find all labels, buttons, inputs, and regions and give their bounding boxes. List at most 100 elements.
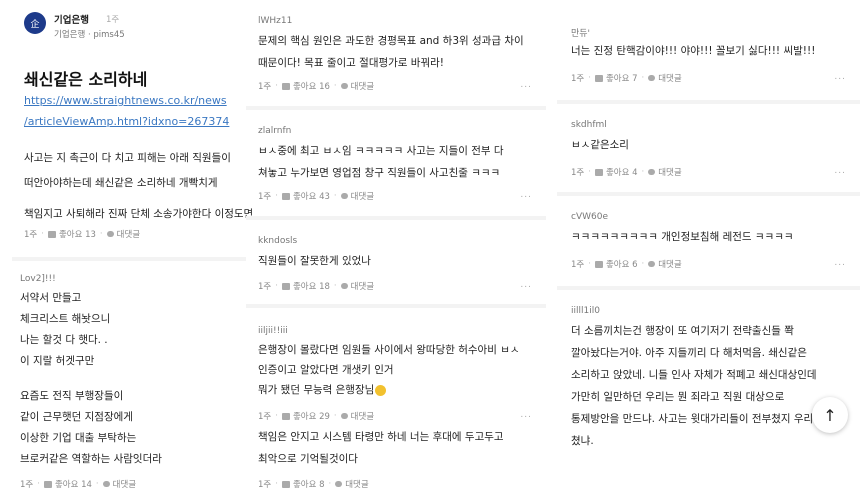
- like-button[interactable]: 좋아요 18: [293, 280, 330, 292]
- like-button[interactable]: 좋아요 29: [293, 410, 330, 422]
- column-2: lWHz11 문제의 핵심 원인은 과도한 경평목표 and 하3위 성과급 차…: [246, 0, 546, 495]
- reply-button[interactable]: 대댓글: [345, 478, 368, 490]
- separator-dot: ·: [275, 411, 278, 421]
- thumbs-up-icon[interactable]: [281, 412, 290, 420]
- like-button[interactable]: 좋아요 6: [606, 258, 638, 270]
- thumbs-up-icon[interactable]: [594, 74, 603, 82]
- arrow-up-icon: ↑: [823, 405, 837, 425]
- comment-card: 책임은 안지고 시스템 타령만 하네 너는 후대에 두고두고 최악으로 기억될것…: [246, 426, 546, 495]
- reply-button[interactable]: 대댓글: [658, 166, 681, 178]
- comment-icon[interactable]: [648, 75, 656, 81]
- reply-button[interactable]: 대댓글: [658, 258, 681, 270]
- comment-nickname[interactable]: iilll1il0: [571, 306, 600, 316]
- comment-nickname[interactable]: cVW60e: [571, 212, 608, 222]
- like-button[interactable]: 좋아요 7: [606, 72, 638, 84]
- comment-icon[interactable]: [648, 169, 656, 175]
- comment-nickname[interactable]: zlalrnfn: [258, 126, 291, 136]
- like-button[interactable]: 좋아요 16: [293, 80, 330, 92]
- thumbs-up-icon[interactable]: [281, 480, 290, 488]
- reply-button[interactable]: 대댓글: [351, 280, 374, 292]
- more-options-icon[interactable]: ...: [834, 166, 846, 176]
- comment-line: 더 소름끼치는건 행장이 또 여기저기 전략출신들 쫙: [571, 325, 794, 337]
- comment-body: 직원들이 잘못한게 있었나: [258, 250, 371, 272]
- comment-nickname[interactable]: iiljii!!iii: [258, 326, 288, 336]
- more-options-icon[interactable]: ...: [834, 258, 846, 268]
- more-options-icon[interactable]: ...: [520, 190, 532, 200]
- reply-button[interactable]: 대댓글: [351, 410, 374, 422]
- comment-body: 더 소름끼치는건 행장이 또 여기저기 전략출신들 쫙 깔아놨다는거야. 아주 …: [571, 320, 823, 452]
- like-button[interactable]: 좋아요 14: [55, 478, 92, 490]
- like-button[interactable]: 좋아요 13: [59, 228, 96, 240]
- comment-card: cVW60e ㅋㅋㅋㅋㅋㅋㅋㅋㅋ 개인정보침해 레전드 ㅋㅋㅋㅋ 1주 · 좋아…: [557, 196, 860, 286]
- comment-nickname[interactable]: lWHz11: [258, 16, 292, 26]
- reply-button[interactable]: 대댓글: [351, 80, 374, 92]
- article-link-line1[interactable]: https://www.straightnews.co.kr/news: [24, 90, 229, 111]
- comment-icon[interactable]: [106, 231, 114, 237]
- comment-icon[interactable]: [340, 283, 348, 289]
- thumbs-up-icon[interactable]: [594, 260, 603, 268]
- comment-body: 문제의 핵심 원인은 과도한 경평목표 and 하3위 성과급 차이 때문이다!…: [258, 30, 524, 74]
- comment-nickname[interactable]: 만듀': [571, 26, 590, 39]
- thumbs-up-icon[interactable]: [594, 168, 603, 176]
- like-button[interactable]: 좋아요 8: [293, 478, 325, 490]
- comment-icon[interactable]: [648, 261, 656, 267]
- comment-time: 1주: [258, 192, 272, 202]
- comment-body: 서약서 만들고 체크리스트 해놧으니 나는 할것 다 햇다. . 이 지랄 허겟…: [20, 288, 162, 470]
- separator-dot: ·: [333, 411, 337, 421]
- article-author[interactable]: 기업은행: [54, 12, 89, 26]
- comment-card: Lov2]!!! 서약서 만들고 체크리스트 해놧으니 나는 할것 다 햇다. …: [12, 262, 246, 495]
- separator-dot: ·: [275, 81, 278, 91]
- reply-button[interactable]: 대댓글: [351, 190, 374, 202]
- comment-icon[interactable]: [340, 193, 348, 199]
- more-options-icon[interactable]: ...: [520, 280, 532, 290]
- like-button[interactable]: 좋아요 43: [293, 190, 330, 202]
- comment-icon[interactable]: [102, 481, 110, 487]
- comment-body: ㅋㅋㅋㅋㅋㅋㅋㅋㅋ 개인정보침해 레전드 ㅋㅋㅋㅋ: [571, 226, 794, 248]
- thumbs-up-icon[interactable]: [281, 282, 290, 290]
- like-button[interactable]: 좋아요 4: [606, 166, 638, 178]
- comment-time: 1주: [571, 260, 585, 270]
- article-title: 쇄신같은 소리하네: [24, 70, 148, 89]
- comment-nickname[interactable]: kkndosls: [258, 236, 297, 246]
- comment-line: 이상한 기업 대출 부탁하는: [20, 432, 137, 444]
- thumbs-up-icon[interactable]: [281, 192, 290, 200]
- article-user[interactable]: pims45: [93, 30, 124, 40]
- separator-dot: ·: [95, 479, 99, 489]
- separator-dot: ·: [41, 229, 44, 239]
- reply-button[interactable]: 대댓글: [113, 478, 136, 490]
- comment-line: 뭐가 됐던 무능력 은행장님: [258, 380, 520, 400]
- comment-nickname[interactable]: skdhfml: [571, 120, 607, 130]
- comment-icon[interactable]: [340, 413, 348, 419]
- thumbs-up-icon[interactable]: [47, 230, 56, 238]
- article-link[interactable]: https://www.straightnews.co.kr/news /art…: [24, 90, 229, 132]
- comment-meta: 1주 · 좋아요 16 · 대댓글: [258, 80, 374, 92]
- comment-line: 깔아놨다는거야. 아주 지들끼리 다 해처먹음. 쇄신같은: [571, 347, 807, 359]
- comment-line: ㅂㅅ중에 최고 ㅂㅅ임 ㅋㅋㅋㅋㅋ 사고는 지들이 전부 다: [258, 145, 504, 157]
- comment-icon[interactable]: [340, 83, 348, 89]
- company-logo-icon: 企: [24, 12, 46, 34]
- separator-dot: ·: [641, 259, 645, 269]
- article-body-line: 사고는 지 촉근이 다 치고 피해는 아래 직원들이: [24, 152, 231, 164]
- comment-icon[interactable]: [335, 481, 343, 487]
- thumbs-up-icon[interactable]: [43, 480, 52, 488]
- article-link-line2[interactable]: /articleViewAmp.html?idxno=267374: [24, 111, 229, 132]
- comment-nickname[interactable]: Lov2]!!!: [20, 274, 56, 284]
- comment-body: ㅂㅅ중에 최고 ㅂㅅ임 ㅋㅋㅋㅋㅋ 사고는 지들이 전부 다 쳐놓고 누가보면 …: [258, 140, 504, 184]
- reply-button[interactable]: 대댓글: [658, 72, 681, 84]
- smile-emoji-icon: [375, 384, 387, 396]
- comment-line: 직원들이 잘못한게 있었나: [258, 255, 371, 267]
- separator-dot: ·: [328, 479, 332, 489]
- comment-body: ㅂㅅ같은소리: [571, 134, 629, 156]
- comment-line: 같이 근무햇던 지점장에게: [20, 411, 133, 423]
- comment-line: 때문이다! 목표 줄이고 절대평가로 바꿔라!: [258, 57, 444, 69]
- comment-line: 은행장이 몰랐다면 임원들 사이에서 왕따당한 허수아비 ㅂㅅ: [258, 344, 520, 356]
- scroll-to-top-button[interactable]: ↑: [812, 397, 848, 433]
- more-options-icon[interactable]: ...: [520, 80, 532, 90]
- more-options-icon[interactable]: ...: [520, 410, 532, 420]
- article-meta-time: 1주: [24, 230, 38, 240]
- thumbs-up-icon[interactable]: [281, 82, 290, 90]
- more-options-icon[interactable]: ...: [834, 72, 846, 82]
- comment-line: 브로커같은 역할하는 사람잇더라: [20, 453, 162, 465]
- article-meta: 1주 · 좋아요 13 · 대댓글: [24, 228, 140, 240]
- reply-button[interactable]: 대댓글: [117, 228, 140, 240]
